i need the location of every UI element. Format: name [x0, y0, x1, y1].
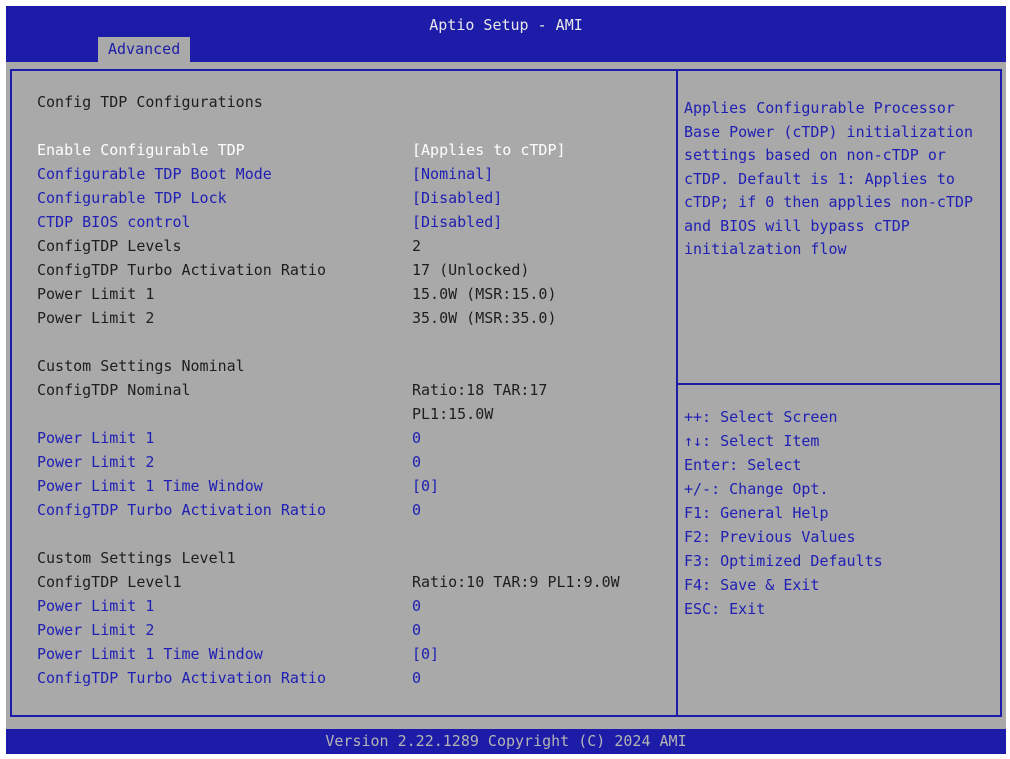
setting-value[interactable]: 0: [412, 427, 421, 449]
setting-value[interactable]: 0: [412, 667, 421, 689]
setting-label: Enable Configurable TDP: [37, 141, 245, 159]
setting-label: Power Limit 2: [37, 453, 155, 471]
key-hint-f1: F1: General Help: [684, 504, 829, 522]
setting-label: Power Limit 1: [37, 429, 155, 447]
key-hint-select-screen: ++: Select Screen: [684, 408, 838, 426]
setting-value[interactable]: [Disabled]: [412, 187, 502, 209]
setting-value[interactable]: 0: [412, 595, 421, 617]
key-hint-f2: F2: Previous Values: [684, 528, 856, 546]
setting-label: Power Limit 2: [37, 621, 155, 639]
main-frame: Config TDP Configurations Enable Configu…: [10, 69, 1002, 717]
key-hint-enter: Enter: Select: [684, 456, 802, 474]
setting-label: Power Limit 1 Time Window: [37, 645, 263, 663]
setting-value[interactable]: 0: [412, 619, 421, 641]
setting-label: CTDP BIOS control: [37, 213, 191, 231]
key-legend: ++: Select Screen ↑↓: Select Item Enter:…: [684, 405, 883, 621]
setting-value[interactable]: [0]: [412, 475, 439, 497]
setting-value[interactable]: [0]: [412, 643, 439, 665]
key-hint-select-item: ↑↓: Select Item: [684, 432, 820, 450]
vertical-divider: [676, 71, 678, 715]
tab-advanced[interactable]: Advanced: [98, 37, 191, 62]
help-text: Applies Configurable Processor Base Powe…: [684, 99, 983, 258]
key-hint-f3: F3: Optimized Defaults: [684, 552, 883, 570]
setting-value[interactable]: 0: [412, 451, 421, 473]
setting-value[interactable]: [Applies to cTDP]: [412, 139, 566, 161]
setting-label: Power Limit 1: [37, 597, 155, 615]
setting-value[interactable]: [Nominal]: [412, 163, 493, 185]
help-separator: [678, 383, 1000, 385]
key-hint-esc: ESC: Exit: [684, 600, 766, 618]
key-hint-change-opt: +/-: Change Opt.: [684, 480, 829, 498]
version-bar: Version 2.22.1289 Copyright (C) 2024 AMI: [6, 729, 1006, 754]
setting-label: Configurable TDP Boot Mode: [37, 165, 272, 183]
setting-label: ConfigTDP Turbo Activation Ratio: [37, 669, 326, 687]
app-title: Aptio Setup - AMI: [429, 16, 583, 34]
setting-label: ConfigTDP Turbo Activation Ratio: [37, 501, 326, 519]
setting-value[interactable]: [Disabled]: [412, 211, 502, 233]
setting-label: Power Limit 1 Time Window: [37, 477, 263, 495]
setting-label: Configurable TDP Lock: [37, 189, 227, 207]
key-hint-f4: F4: Save & Exit: [684, 576, 820, 594]
setting-value[interactable]: 0: [412, 499, 421, 521]
bios-screen: Aptio Setup - AMI Advanced Config TDP Co…: [6, 6, 1006, 754]
title-bar: Aptio Setup - AMI Advanced: [6, 6, 1006, 62]
